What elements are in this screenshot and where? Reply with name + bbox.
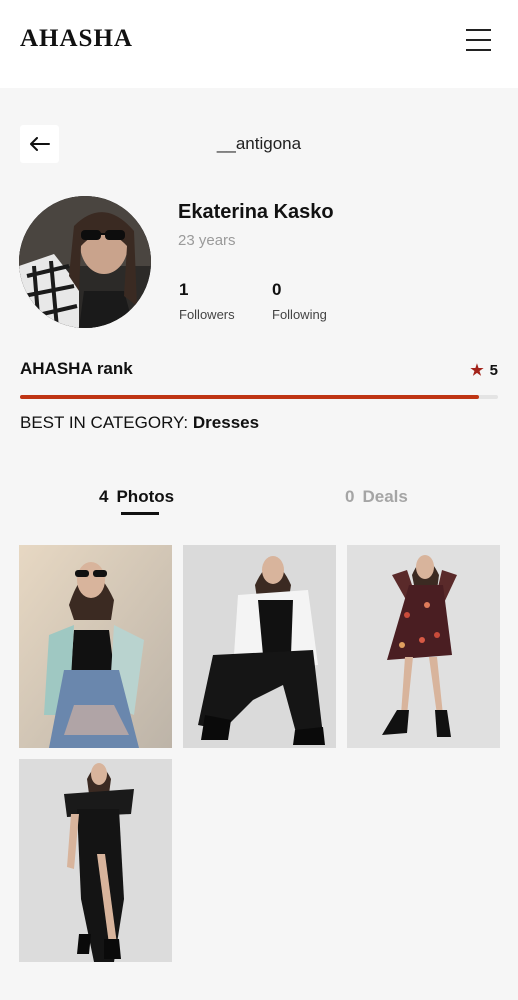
tab-deals[interactable]: 0 Deals [345, 487, 408, 507]
photo-thumbnail-2[interactable] [183, 545, 336, 748]
logo[interactable]: AHASHA [20, 25, 133, 53]
photo-thumbnail-4[interactable] [19, 759, 172, 962]
best-in-category: BEST IN CATEGORY: Dresses [20, 413, 259, 433]
tab-photos[interactable]: 4 Photos [99, 487, 174, 507]
rank-progress-fill [20, 395, 479, 399]
best-in-category-prefix: BEST IN CATEGORY: [20, 413, 189, 432]
tab-deals-label: Deals [362, 487, 408, 506]
active-tab-indicator [121, 512, 159, 515]
photo-thumbnail-1[interactable] [19, 545, 172, 748]
hamburger-menu-icon[interactable] [466, 27, 492, 53]
tab-photos-count: 4 [99, 487, 109, 506]
photo-thumbnail-3[interactable] [347, 545, 500, 748]
profile-age: 23 years [178, 232, 236, 249]
followers-label[interactable]: Followers [179, 307, 235, 322]
avatar [19, 196, 151, 328]
star-icon: ★ [470, 362, 484, 379]
profile-name: Ekaterina Kasko [178, 201, 334, 223]
app-header: AHASHA [0, 0, 518, 88]
best-in-category-value: Dresses [192, 413, 260, 432]
following-count[interactable]: 0 [272, 280, 281, 300]
following-label[interactable]: Following [272, 307, 327, 322]
followers-count[interactable]: 1 [179, 280, 188, 300]
rank-label: AHASHA rank [20, 359, 133, 378]
tab-photos-label: Photos [116, 487, 175, 506]
tab-deals-count: 0 [345, 487, 355, 506]
page-title-username: __antigona [216, 134, 302, 153]
rank-score-value: 5 [489, 361, 498, 379]
rank-score: ★ 5 [470, 361, 498, 380]
rank-progress-bar [20, 395, 498, 399]
